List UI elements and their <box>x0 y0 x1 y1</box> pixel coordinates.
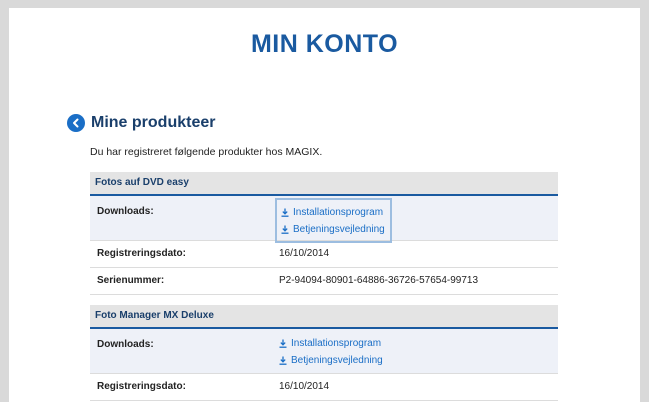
download-icon <box>279 339 287 348</box>
registration-row: Registreringsdato: 16/10/2014 <box>90 374 558 401</box>
installer-link-label: Installationsprogram <box>293 207 384 218</box>
registration-label: Registreringsdato: <box>97 381 186 392</box>
download-icon <box>281 208 289 217</box>
manual-link-label: Betjeningsvejledning <box>291 355 383 366</box>
back-button[interactable] <box>67 114 85 132</box>
downloads-row: Downloads: Installationsprogram Betjenin… <box>90 329 558 374</box>
installer-download-link[interactable]: Installationsprogram <box>279 335 383 352</box>
product-card: Fotos auf DVD easy Downloads: Installati… <box>90 172 558 295</box>
manual-download-link[interactable]: Betjeningsvejledning <box>281 221 385 238</box>
registration-date: 16/10/2014 <box>279 248 330 259</box>
product-name: Foto Manager MX Deluxe <box>90 305 558 329</box>
manual-download-link[interactable]: Betjeningsvejledning <box>279 352 383 369</box>
download-icon <box>281 225 289 234</box>
serial-label: Serienummer: <box>97 275 165 286</box>
registration-label: Registreringsdato: <box>97 248 186 259</box>
installer-link-label: Installationsprogram <box>291 338 382 349</box>
downloads-row: Downloads: Installationsprogram Betjenin… <box>90 196 558 243</box>
manual-link-label: Betjeningsvejledning <box>293 224 385 235</box>
product-name: Fotos auf DVD easy <box>90 172 558 196</box>
chevron-left-icon <box>73 118 79 128</box>
page-title: MIN KONTO <box>250 30 399 58</box>
section-title: Mine produkteer <box>91 114 216 131</box>
section-header: Mine produkteer <box>67 112 215 134</box>
downloads-list: Installationsprogram Betjeningsvejlednin… <box>275 331 388 372</box>
product-card: Foto Manager MX Deluxe Downloads: Instal… <box>90 305 558 401</box>
account-page: MIN KONTO Mine produkteer Du har registr… <box>9 8 640 402</box>
download-icon <box>279 356 287 365</box>
downloads-list: Installationsprogram Betjeningsvejlednin… <box>275 198 392 243</box>
downloads-label: Downloads: <box>97 206 154 217</box>
downloads-label: Downloads: <box>97 339 154 350</box>
serial-number: P2-94094-80901-64886-36726-57654-99713 <box>279 275 479 286</box>
intro-text: Du har registreret følgende produkter ho… <box>90 146 323 158</box>
registration-date: 16/10/2014 <box>279 381 330 392</box>
serial-row: Serienummer: P2-94094-80901-64886-36726-… <box>90 268 558 295</box>
registration-row: Registreringsdato: 16/10/2014 <box>90 241 558 268</box>
installer-download-link[interactable]: Installationsprogram <box>281 204 385 221</box>
